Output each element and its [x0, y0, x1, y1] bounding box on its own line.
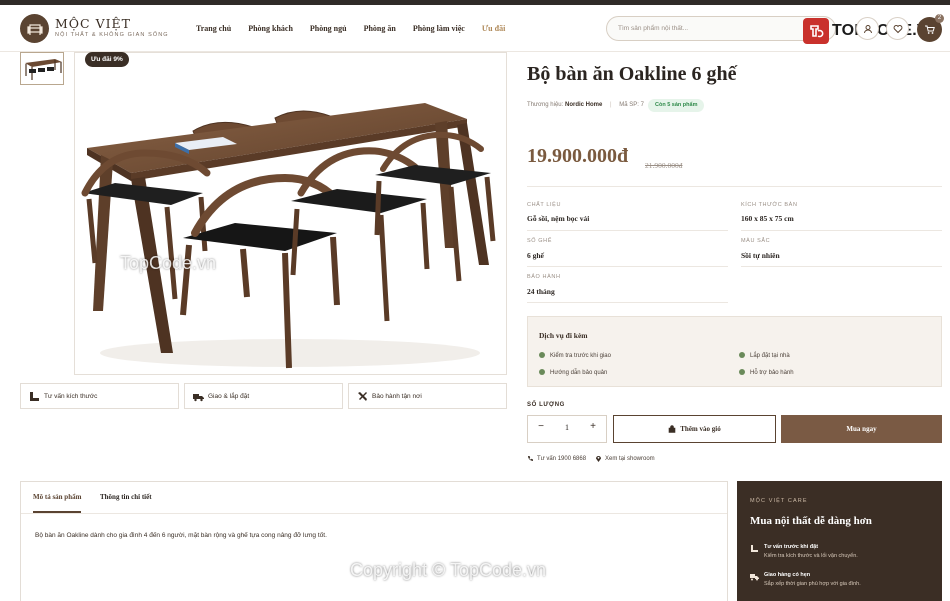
feature-label: Bảo hành tận nơi [372, 393, 422, 400]
sale-badge: Ưu đãi 9% [85, 52, 129, 67]
service-item: Hỗ trợ bảo hành [739, 369, 794, 376]
product-description: Bộ bàn ăn Oakline dành cho gia đình 4 đế… [35, 532, 327, 539]
spec-divider [527, 302, 728, 303]
spec-label-warranty: BẢO HÀNH [527, 274, 561, 280]
product-main-image[interactable] [74, 52, 507, 375]
service-item: Lắp đặt tại nhà [739, 352, 790, 359]
spec-label-color: MÀU SẮC [741, 238, 771, 244]
spec-label-size: KÍCH THƯỚC BÀN [741, 202, 798, 208]
nav-item-deals[interactable]: Ưu đãi [482, 24, 506, 33]
spec-divider [527, 230, 728, 231]
divider [21, 513, 727, 514]
services-box: Dịch vụ đi kèm Kiểm tra trước khi giao L… [527, 316, 942, 387]
watermark-text: TopCode.vn [120, 253, 217, 273]
quantity-decrease-button[interactable]: − [533, 421, 549, 437]
spec-value-warranty: 24 tháng [527, 287, 555, 296]
product-thumbnail[interactable] [20, 52, 64, 85]
quantity-label: SỐ LƯỢNG [527, 402, 565, 408]
buy-now-button[interactable]: Mua ngay [781, 415, 942, 443]
nav-item-dining-room[interactable]: Phòng ăn [364, 24, 396, 33]
product-tabs: Mô tả sản phẩm Thông tin chi tiết Bộ bàn… [20, 481, 728, 601]
spec-value-size: 160 x 85 x 75 cm [741, 214, 794, 223]
spec-label-seats: SỐ GHẾ [527, 238, 552, 244]
tab-description[interactable]: Mô tả sản phẩm [33, 493, 81, 501]
quantity-increase-button[interactable]: + [585, 421, 601, 437]
care-eyebrow: MỘC VIỆT CARE [750, 498, 808, 504]
spec-value-material: Gỗ sồi, nệm bọc vải [527, 214, 590, 223]
user-icon[interactable] [856, 17, 879, 40]
check-icon [539, 352, 545, 358]
product-meta: Thương hiệu: Nordic Home | Mã SP: 7 [527, 102, 644, 108]
feature-label: Tư vấn kích thước [44, 393, 98, 400]
spec-divider [741, 230, 942, 231]
truck-icon [750, 574, 759, 581]
watermark-copyright: Copyright © TopCode.vn [350, 560, 547, 580]
care-card: MỘC VIỆT CARE Mua nội thất dễ dàng hơn T… [737, 481, 942, 601]
sku-label: Mã SP: [619, 102, 639, 108]
spec-label-material: CHẤT LIỆU [527, 202, 562, 208]
main-nav: Trang chủ Phòng khách Phòng ngủ Phòng ăn… [196, 24, 522, 33]
logo-tagline: NỘI THẤT & KHÔNG GIAN SỐNG [55, 32, 169, 38]
nav-item-office[interactable]: Phòng làm việc [413, 24, 465, 33]
ruler-icon [30, 392, 39, 401]
cart-icon [925, 25, 935, 34]
feature-size-advice[interactable]: Tư vấn kích thước [20, 383, 179, 409]
add-to-cart-label: Thêm vào giỏ [680, 425, 721, 433]
search-input[interactable]: Tìm sản phẩm nội thất... [606, 16, 836, 41]
services-title: Dịch vụ đi kèm [539, 331, 588, 340]
service-item: Kiểm tra trước khi giao [539, 352, 611, 359]
product-title: Bộ bàn ăn Oakline 6 ghế [527, 63, 737, 85]
check-icon [539, 369, 545, 375]
dining-set-illustration [81, 103, 496, 369]
add-to-cart-button[interactable]: Thêm vào giỏ [613, 415, 776, 443]
ruler-icon [751, 545, 758, 552]
nav-item-bedroom[interactable]: Phòng ngủ [310, 24, 347, 33]
sku-value: 7 [640, 102, 644, 108]
check-icon [739, 352, 745, 358]
nav-item-home[interactable]: Trang chủ [196, 24, 231, 33]
feature-label: Giao & lắp đặt [208, 393, 250, 400]
quantity-value[interactable]: 1 [556, 423, 578, 432]
phone-contact[interactable]: Tư vấn 1900 6868 [527, 455, 586, 462]
spec-divider [741, 266, 942, 267]
bag-icon [668, 425, 676, 433]
nav-item-living-room[interactable]: Phòng khách [248, 24, 293, 33]
quantity-stepper: − 1 + [527, 415, 607, 443]
logo-sofa-icon[interactable] [20, 14, 49, 43]
cart-count-badge: 2 [935, 14, 944, 23]
spec-divider [527, 266, 728, 267]
check-icon [739, 369, 745, 375]
location-pin-icon [596, 456, 601, 462]
divider [527, 186, 942, 187]
site-header: MỘC VIỆT NỘI THẤT & KHÔNG GIAN SỐNG Tran… [0, 5, 950, 52]
search-placeholder: Tìm sản phẩm nội thất... [618, 25, 689, 32]
spec-value-color: Sồi tự nhiên [741, 251, 780, 260]
product-old-price: 21.900.000đ [645, 161, 683, 170]
stock-badge: Còn 5 sản phẩm [648, 99, 705, 112]
brand-label: Thương hiệu: [527, 102, 564, 108]
heart-icon[interactable] [886, 17, 909, 40]
truck-icon [193, 394, 204, 402]
care-title: Mua nội thất dễ dàng hơn [750, 515, 872, 527]
brand-value[interactable]: Nordic Home [565, 102, 602, 108]
feature-warranty[interactable]: Bảo hành tận nơi [348, 383, 507, 409]
feature-delivery[interactable]: Giao & lắp đặt [184, 383, 343, 409]
tab-details[interactable]: Thông tin chi tiết [100, 493, 152, 501]
logo-name[interactable]: MỘC VIỆT [55, 16, 131, 31]
spec-value-seats: 6 ghế [527, 251, 544, 260]
watermark-logo-icon [803, 18, 829, 44]
service-item: Hướng dẫn bảo quản [539, 369, 607, 376]
tools-icon [358, 392, 367, 401]
showroom-link[interactable]: Xem tại showroom [595, 455, 655, 462]
product-price: 19.900.000đ [527, 145, 629, 167]
phone-icon [528, 456, 533, 461]
